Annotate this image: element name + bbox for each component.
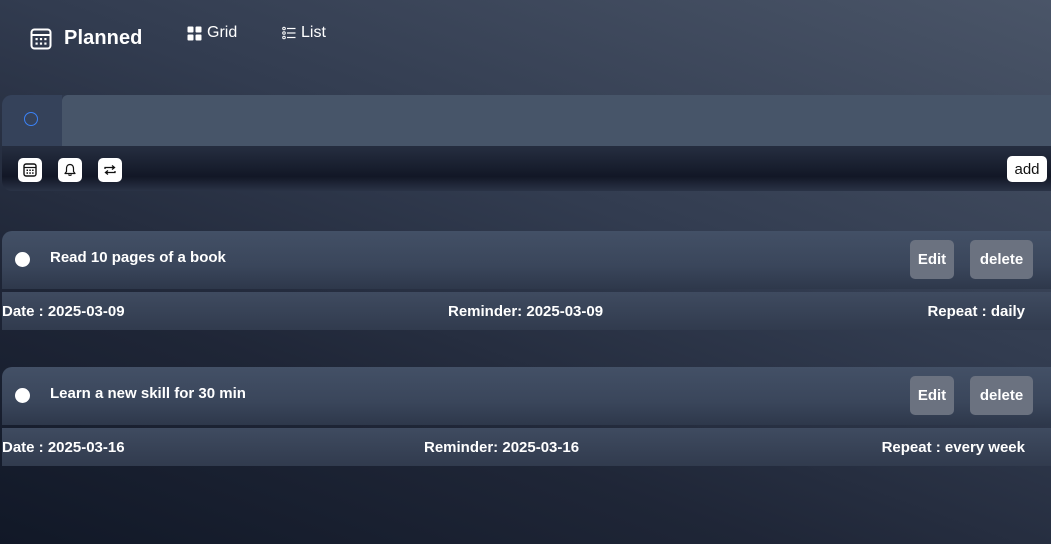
set-repeat-button[interactable]: [98, 158, 122, 182]
task-meta: Date : 2025-03-09 Reminder: 2025-03-09 R…: [2, 292, 1051, 330]
task-complete-radio[interactable]: [15, 252, 30, 267]
task-header: Read 10 pages of a book Edit delete: [2, 231, 1051, 289]
task-card: Learn a new skill for 30 min Edit delete…: [2, 367, 1051, 466]
list-view-label: List: [301, 24, 326, 41]
task-title: Read 10 pages of a book: [50, 249, 226, 266]
composer-radio-cell: [2, 95, 62, 146]
task-header: Learn a new skill for 30 min Edit delete: [2, 367, 1051, 425]
set-reminder-button[interactable]: [58, 158, 82, 182]
page-title-group: Planned: [30, 27, 143, 50]
calendar-icon: [23, 163, 37, 177]
task-reminder: Reminder: 2025-03-16: [424, 439, 580, 456]
grid-icon: [187, 26, 202, 40]
task-repeat: Repeat : daily: [927, 303, 1025, 320]
bell-icon: [64, 163, 76, 176]
grid-view-button[interactable]: Grid: [187, 24, 237, 42]
edit-task-button[interactable]: Edit: [910, 376, 954, 415]
calendar-icon: [30, 28, 52, 50]
task-repeat: Repeat : every week: [881, 439, 1025, 456]
list-icon: [282, 26, 296, 40]
edit-task-button[interactable]: Edit: [910, 240, 954, 279]
add-task-button[interactable]: add: [1007, 156, 1047, 182]
grid-view-label: Grid: [207, 24, 238, 41]
task-meta: Date : 2025-03-16 Reminder: 2025-03-16 R…: [2, 428, 1051, 466]
new-task-composer: add: [2, 95, 1051, 191]
task-card: Read 10 pages of a book Edit delete Date…: [2, 231, 1051, 330]
task-date: Date : 2025-03-09: [2, 303, 125, 320]
task-reminder: Reminder: 2025-03-09: [448, 303, 604, 320]
task-date: Date : 2025-03-16: [2, 439, 125, 456]
composer-radio: [24, 112, 38, 126]
task-complete-radio[interactable]: [15, 388, 30, 403]
delete-task-button[interactable]: delete: [970, 376, 1033, 415]
app-header: Planned Grid List: [0, 0, 1051, 80]
repeat-icon: [104, 164, 116, 176]
task-title: Learn a new skill for 30 min: [50, 385, 246, 402]
delete-task-button[interactable]: delete: [970, 240, 1033, 279]
list-view-button[interactable]: List: [282, 24, 326, 42]
new-task-input[interactable]: [62, 95, 1051, 146]
page-title: Planned: [64, 27, 143, 49]
set-date-button[interactable]: [18, 158, 42, 182]
